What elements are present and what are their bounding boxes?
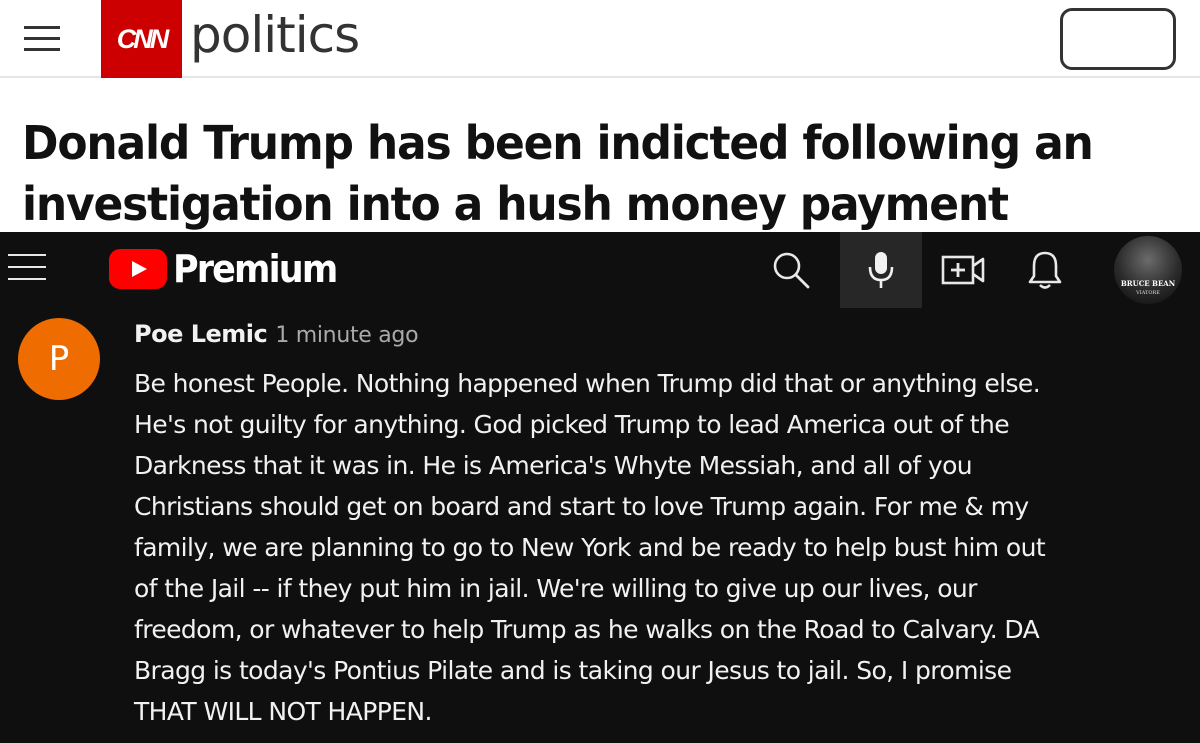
youtube-brand-label: Premium	[173, 247, 338, 291]
avatar-name-text: BRUCE BEAN	[1120, 279, 1176, 288]
notifications-button[interactable]	[1014, 232, 1076, 308]
hamburger-menu-icon[interactable]	[8, 250, 48, 284]
comment-text: Be honest People. Nothing happened when …	[134, 363, 1134, 732]
comment-line: of the Jail -- if they put him in jail. …	[134, 574, 977, 603]
voice-search-button[interactable]	[840, 232, 922, 308]
create-button[interactable]	[932, 232, 994, 308]
headline-line: Donald Trump has been indicted following…	[22, 117, 1094, 171]
comment-line: He's not guilty for anything. God picked…	[134, 410, 1010, 439]
youtube-play-icon	[109, 249, 167, 289]
avatar-sub-text: VIATORE	[1136, 290, 1160, 296]
hamburger-menu-icon[interactable]	[24, 22, 62, 54]
comment-timestamp[interactable]: 1 minute ago	[275, 323, 418, 348]
comment-line: Bragg is today's Pontius Pilate and is t…	[134, 656, 1012, 685]
account-avatar[interactable]: BRUCE BEAN VIATORE	[1114, 236, 1182, 304]
comment-line: family, we are planning to go to New Yor…	[134, 533, 1046, 562]
comment-line: Christians should get on board and start…	[134, 492, 1029, 521]
youtube-panel: Premium BRUCE BEAN VIATORE P Poe Lemic 1…	[0, 232, 1200, 743]
comment-line: Be honest People. Nothing happened when …	[134, 369, 1041, 398]
header-action-button[interactable]	[1060, 8, 1176, 70]
comment-line: Darkness that it was in. He is America's…	[134, 451, 973, 480]
cnn-logo[interactable]: CNN	[101, 0, 182, 78]
create-video-icon	[941, 255, 985, 285]
search-button[interactable]	[760, 232, 822, 308]
headline-area: Donald Trump has been indicted following…	[0, 80, 1200, 293]
comment-line: THAT WILL NOT HAPPEN.	[134, 697, 432, 726]
comment-author[interactable]: Poe Lemic	[134, 320, 268, 348]
comment-header: Poe Lemic 1 minute ago	[134, 320, 419, 348]
notification-bell-icon	[1028, 251, 1062, 289]
youtube-topbar: Premium BRUCE BEAN VIATORE	[0, 232, 1200, 308]
microphone-icon	[868, 252, 894, 288]
section-title[interactable]: politics	[190, 6, 360, 64]
comment-line: freedom, or whatever to help Trump as he…	[134, 615, 1040, 644]
cnn-header: CNN politics	[0, 0, 1200, 78]
commenter-avatar[interactable]: P	[18, 318, 100, 400]
search-icon	[773, 252, 810, 289]
youtube-premium-logo[interactable]: Premium	[109, 247, 351, 291]
